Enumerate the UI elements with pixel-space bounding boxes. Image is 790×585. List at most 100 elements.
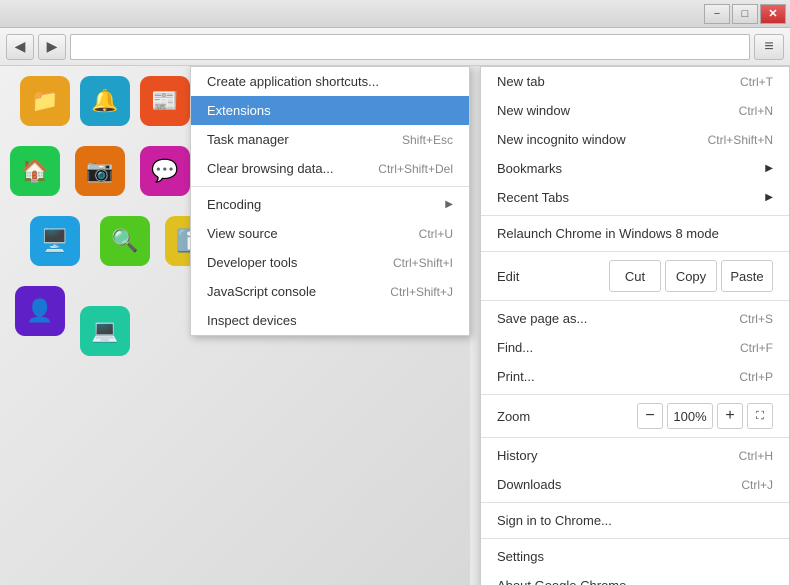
main-menu-item-shortcut: Ctrl+P [739,370,773,384]
browser-window: − □ ✕ ◀ ▶ ≡ 📁🔔📰🏠📷💬🖥️🔍ℹ️👤💻⚙️ Uninstall Se… [0,0,790,585]
paste-button[interactable]: Paste [721,260,773,292]
main-menu-separator [481,215,789,216]
context-menu-item-label: JavaScript console [207,284,316,299]
context-menu: Create application shortcuts... Extension… [190,66,470,336]
main-menu-item-label: Save page as... [497,311,587,326]
copy-button[interactable]: Copy [665,260,717,292]
main-menu-separator [481,251,789,252]
main-menu-item[interactable]: Relaunch Chrome in Windows 8 mode [481,219,789,248]
zoom-in-button[interactable]: + [717,403,743,429]
main-menu: New tab Ctrl+T New window Ctrl+N New incogni… [480,66,790,585]
context-menu-item-shortcut: Ctrl+Shift+I [393,256,453,270]
context-menu-item-label: Task manager [207,132,289,147]
main-menu-item[interactable]: New window Ctrl+N [481,96,789,125]
main-menu-separator [481,394,789,395]
context-menu-item-shortcut: Shift+Esc [402,133,453,147]
context-menu-item-label: Clear browsing data... [207,161,333,176]
context-menu-item[interactable]: JavaScript console Ctrl+Shift+J [191,277,469,306]
context-menu-item[interactable]: Encoding▶ [191,190,469,219]
context-menu-item-arrow: ▶ [445,199,453,210]
main-menu-item-label: Print... [497,369,535,384]
app-icon: 🏠 [10,146,60,196]
context-menu-item-label: Create application shortcuts... [207,74,379,89]
main-menu-item-label: Bookmarks [497,161,562,176]
context-menu-item[interactable]: Extensions [191,96,469,125]
main-menu-item[interactable]: Print... Ctrl+P [481,362,789,391]
main-menu-item-shortcut: Ctrl+N [739,104,773,118]
main-menu-item[interactable]: Sign in to Chrome... [481,506,789,535]
context-menu-item[interactable]: Clear browsing data... Ctrl+Shift+Del [191,154,469,183]
address-bar[interactable] [70,34,750,60]
main-menu-item[interactable]: New incognito window Ctrl+Shift+N [481,125,789,154]
main-menu-item-shortcut: Ctrl+T [740,75,773,89]
main-menu-item-shortcut: Ctrl+J [741,478,773,492]
main-menu-item-shortcut: Ctrl+H [739,449,773,463]
context-menu-item[interactable]: View source Ctrl+U [191,219,469,248]
minimize-button[interactable]: − [704,4,730,24]
context-menu-item-shortcut: Ctrl+Shift+Del [378,162,453,176]
forward-button[interactable]: ▶ [38,34,66,60]
zoom-label: Zoom [497,409,633,424]
context-menu-item-label: Developer tools [207,255,297,270]
fullscreen-button[interactable]: ⛶ [747,403,773,429]
app-icon: 📰 [140,76,190,126]
main-menu-item-label: Find... [497,340,533,355]
main-menu-item-label: About Google Chrome [497,578,626,585]
toolbar: ◀ ▶ ≡ [0,28,790,66]
app-icon: 👤 [15,286,65,336]
main-menu-item-label: New tab [497,74,545,89]
app-icon: 🔔 [80,76,130,126]
main-menu-item-label: Settings [497,549,544,564]
context-menu-item[interactable]: Task manager Shift+Esc [191,125,469,154]
main-menu-item[interactable]: About Google Chrome [481,571,789,585]
context-menu-item-label: Inspect devices [207,313,297,328]
main-menu-item[interactable]: History Ctrl+H [481,441,789,470]
context-menu-item[interactable]: Developer tools Ctrl+Shift+I [191,248,469,277]
main-menu-item[interactable]: New tab Ctrl+T [481,67,789,96]
app-icon: 🖥️ [30,216,80,266]
main-menu-item-label: Downloads [497,477,561,492]
page-content: 📁🔔📰🏠📷💬🖥️🔍ℹ️👤💻⚙️ Uninstall Searching f wh… [0,66,790,585]
app-icon: 💬 [140,146,190,196]
main-menu-item[interactable]: Downloads Ctrl+J [481,470,789,499]
chrome-menu-button[interactable]: ≡ [754,34,784,60]
app-icon: 📷 [75,146,125,196]
app-icon: 🔍 [100,216,150,266]
main-menu-item-label: New incognito window [497,132,626,147]
context-menu-item-label: View source [207,226,278,241]
main-menu-item-label: History [497,448,537,463]
main-menu-item-shortcut: Ctrl+S [739,312,773,326]
main-menu-separator [481,502,789,503]
app-icon: 💻 [80,306,130,356]
context-menu-item[interactable]: Create application shortcuts... [191,67,469,96]
main-menu-separator [481,437,789,438]
main-menu-item-label: Sign in to Chrome... [497,513,612,528]
app-icon: 📁 [20,76,70,126]
cut-button[interactable]: Cut [609,260,661,292]
main-menu-item-label: Recent Tabs [497,190,569,205]
context-menu-item-shortcut: Ctrl+Shift+J [390,285,453,299]
context-menu-item-shortcut: Ctrl+U [419,227,453,241]
close-button[interactable]: ✕ [760,4,786,24]
main-menu-separator [481,538,789,539]
main-menu-item[interactable]: Settings [481,542,789,571]
edit-label: Edit [497,269,605,284]
edit-row: Edit CutCopyPaste [481,255,789,297]
zoom-row: Zoom−100%+⛶ [481,398,789,434]
zoom-out-button[interactable]: − [637,403,663,429]
context-menu-item-label: Extensions [207,103,271,118]
context-menu-separator [191,186,469,187]
main-menu-item[interactable]: Bookmarks ▶ [481,154,789,183]
back-button[interactable]: ◀ [6,34,34,60]
main-menu-item[interactable]: Find...Ctrl+F [481,333,789,362]
main-menu-item[interactable]: Recent Tabs▶ [481,183,789,212]
zoom-value: 100% [667,403,713,429]
title-bar-buttons: − □ ✕ [704,4,786,24]
main-menu-item-shortcut: Ctrl+Shift+N [708,133,773,147]
main-menu-item-arrow: ▶ [765,163,773,174]
main-menu-item-label: New window [497,103,570,118]
main-menu-item[interactable]: Save page as... Ctrl+S [481,304,789,333]
main-menu-item-label: Relaunch Chrome in Windows 8 mode [497,226,719,241]
context-menu-item[interactable]: Inspect devices [191,306,469,335]
maximize-button[interactable]: □ [732,4,758,24]
